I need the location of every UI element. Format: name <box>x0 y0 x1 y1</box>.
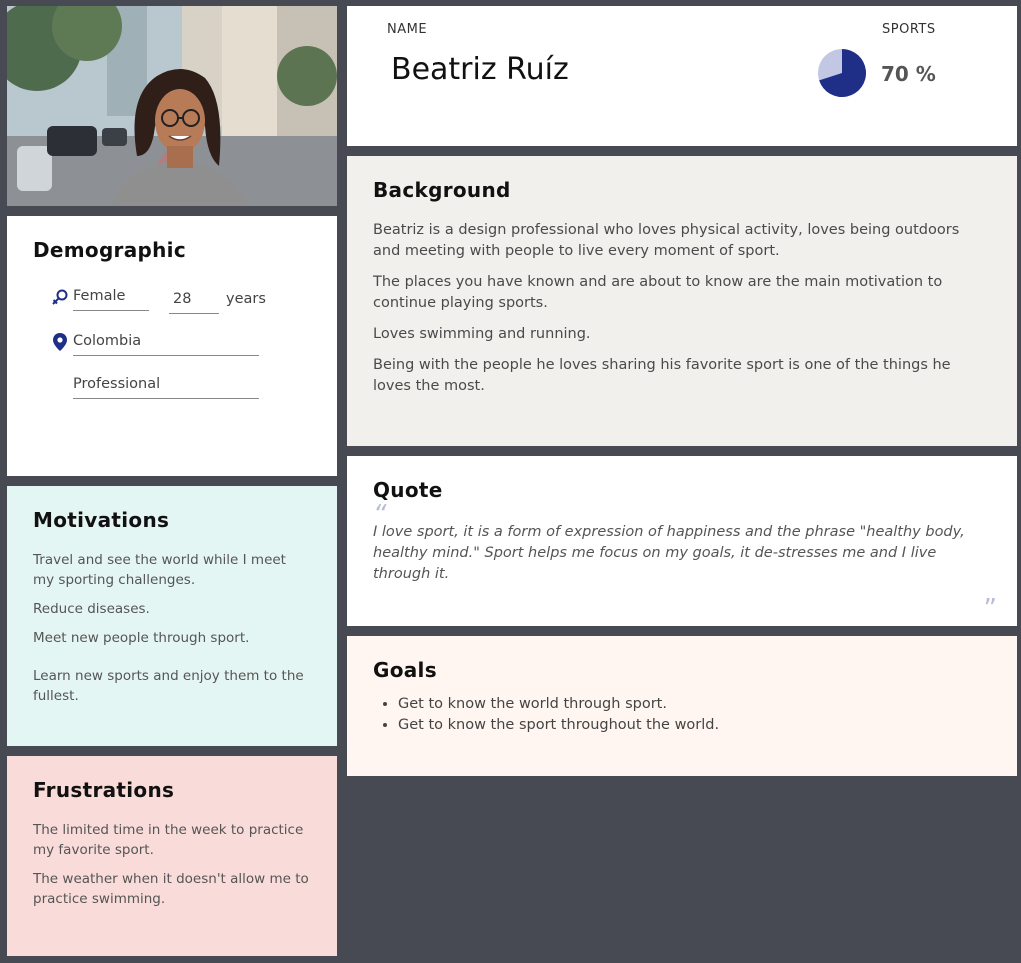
background-paragraph: Loves swimming and running. <box>373 326 591 342</box>
goal-item: Get to know the sport throughout the wor… <box>398 715 991 736</box>
motivations-card: Motivations Travel and see the world whi… <box>7 486 337 746</box>
motivation-item: Travel and see the world while I meet my… <box>33 552 286 588</box>
quote-card: Quote “ I love sport, it is a form of ex… <box>347 456 1017 626</box>
background-paragraph: The places you have known and are about … <box>373 274 943 311</box>
name-label: NAME <box>387 22 428 37</box>
female-symbol-icon <box>52 289 68 305</box>
motivation-item: Learn new sports and enjoy them to the f… <box>33 668 304 704</box>
open-quote-icon: “ <box>373 500 387 530</box>
background-paragraph: Beatriz is a design professional who lov… <box>373 222 960 259</box>
background-title: Background <box>373 178 511 202</box>
quote-text: I love sport, it is a form of expression… <box>373 524 965 582</box>
sports-pie-chart <box>818 49 866 97</box>
location-field[interactable]: Colombia <box>73 333 259 356</box>
age-field[interactable]: 28 <box>169 291 219 314</box>
goals-list: Get to know the world through sport. Get… <box>373 694 991 736</box>
motivation-item: Reduce diseases. <box>33 601 150 617</box>
sports-label: SPORTS <box>882 22 936 37</box>
goals-title: Goals <box>373 658 437 682</box>
demographic-title: Demographic <box>33 238 186 262</box>
close-quote-icon: ” <box>983 594 997 624</box>
gender-field[interactable]: Female <box>73 288 149 311</box>
background-card: Background Beatriz is a design professio… <box>347 156 1017 446</box>
quote-title: Quote <box>373 478 443 502</box>
frustrations-title: Frustrations <box>33 778 175 802</box>
goal-item: Get to know the world through sport. <box>398 694 991 715</box>
frustrations-card: Frustrations The limited time in the wee… <box>7 756 337 956</box>
persona-name: Beatriz Ruíz <box>391 52 569 87</box>
occupation-field[interactable]: Professional <box>73 376 259 399</box>
frustration-item: The limited time in the week to practice… <box>33 822 304 858</box>
age-unit-label: years <box>226 291 266 307</box>
frustration-item: The weather when it doesn't allow me to … <box>33 871 309 907</box>
sports-percentage: 70 % <box>881 62 936 86</box>
motivation-item: Meet new people through sport. <box>33 630 250 646</box>
map-pin-icon <box>53 333 67 351</box>
demographic-card: Demographic Female 28 years Colombia Pro… <box>7 216 337 476</box>
persona-header: NAME Beatriz Ruíz SPORTS 70 % <box>347 6 1017 146</box>
motivations-title: Motivations <box>33 508 170 532</box>
goals-card: Goals Get to know the world through spor… <box>347 636 1017 776</box>
profile-photo <box>7 6 337 206</box>
background-paragraph: Being with the people he loves sharing h… <box>373 357 951 394</box>
